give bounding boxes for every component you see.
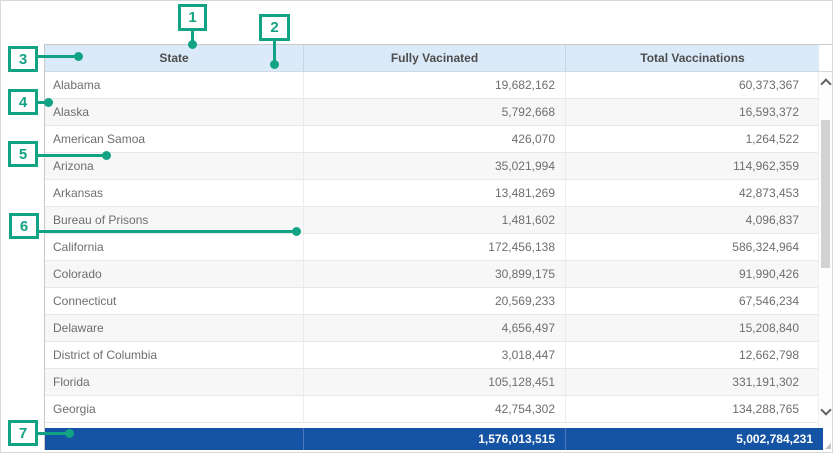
table-body: Alabama 19,682,162 60,373,367 Alaska 5,7… xyxy=(45,72,818,428)
table-total-area: 1,576,013,515 5,002,784,231 xyxy=(45,428,832,450)
table-row[interactable]: Arkansas 13,481,269 42,873,453 xyxy=(45,180,818,207)
table-row[interactable]: American Samoa 426,070 1,264,522 xyxy=(45,126,818,153)
vaccination-table: State Fully Vacinated Total Vaccinations… xyxy=(44,44,833,450)
table-row[interactable]: Florida 105,128,451 331,191,302 xyxy=(45,369,818,396)
callout-4-dot xyxy=(44,98,53,107)
total-vaccinations-cell: 91,990,426 xyxy=(566,261,809,287)
table-row[interactable]: Delaware 4,656,497 15,208,840 xyxy=(45,315,818,342)
annotation-callout-1: 1 xyxy=(178,4,207,31)
state-cell: Georgia xyxy=(45,396,304,422)
chevron-down-icon[interactable] xyxy=(820,404,831,415)
fully-vacinated-cell: 42,754,302 xyxy=(304,396,566,422)
annotation-callout-6: 6 xyxy=(9,213,39,239)
state-cell: Connecticut xyxy=(45,288,304,314)
total-vaccinations-cell: 60,373,367 xyxy=(566,72,809,98)
resize-grip-corner xyxy=(823,428,832,450)
total-vaccinations-cell: 1,264,522 xyxy=(566,126,809,152)
total-vaccinations-cell: 16,593,372 xyxy=(566,99,809,125)
state-cell: Alaska xyxy=(45,99,304,125)
scrollbar-thumb[interactable] xyxy=(821,120,830,268)
total-vaccinations-cell: 586,324,964 xyxy=(566,234,809,260)
total-vaccinations-cell: 4,096,837 xyxy=(566,207,809,233)
fully-vacinated-cell: 4,656,497 xyxy=(304,315,566,341)
table-row[interactable]: Alaska 5,792,668 16,593,372 xyxy=(45,99,818,126)
fully-vacinated-cell: 426,070 xyxy=(304,126,566,152)
fully-vacinated-cell: 13,481,269 xyxy=(304,180,566,206)
annotation-callout-4: 4 xyxy=(8,89,38,115)
total-vaccinations-cell: 114,962,359 xyxy=(566,153,809,179)
total-cell-state xyxy=(45,428,304,450)
table-row[interactable]: Arizona 35,021,994 114,962,359 xyxy=(45,153,818,180)
state-cell: California xyxy=(45,234,304,260)
table-header-row: State Fully Vacinated Total Vaccinations xyxy=(45,45,832,72)
callout-3-dot xyxy=(74,52,83,61)
header-scrollbar-corner xyxy=(819,45,832,71)
state-cell: Arkansas xyxy=(45,180,304,206)
annotation-callout-5: 5 xyxy=(8,141,38,167)
total-vaccinations-cell: 42,873,453 xyxy=(566,180,809,206)
fully-vacinated-cell: 19,682,162 xyxy=(304,72,566,98)
column-header-state[interactable]: State xyxy=(45,45,304,71)
state-cell: Alabama xyxy=(45,72,304,98)
total-cell-fully-vacinated: 1,576,013,515 xyxy=(304,428,566,450)
state-cell: Florida xyxy=(45,369,304,395)
table-row[interactable]: District of Columbia 3,018,447 12,662,79… xyxy=(45,342,818,369)
resize-grip-icon xyxy=(825,443,831,449)
column-header-fully-vacinated[interactable]: Fully Vacinated xyxy=(304,45,566,71)
state-cell: American Samoa xyxy=(45,126,304,152)
table-row[interactable]: California 172,456,138 586,324,964 xyxy=(45,234,818,261)
table-row[interactable]: Alabama 19,682,162 60,373,367 xyxy=(45,72,818,99)
annotation-callout-2: 2 xyxy=(259,14,290,41)
fully-vacinated-cell: 30,899,175 xyxy=(304,261,566,287)
fully-vacinated-cell: 20,569,233 xyxy=(304,288,566,314)
fully-vacinated-cell: 1,481,602 xyxy=(304,207,566,233)
fully-vacinated-cell: 5,792,668 xyxy=(304,99,566,125)
table-row[interactable]: Connecticut 20,569,233 67,546,234 xyxy=(45,288,818,315)
callout-5-dot xyxy=(102,151,111,160)
column-header-total-vaccinations[interactable]: Total Vaccinations xyxy=(566,45,819,71)
total-row: 1,576,013,515 5,002,784,231 xyxy=(45,428,823,450)
total-vaccinations-cell: 15,208,840 xyxy=(566,315,809,341)
state-cell: District of Columbia xyxy=(45,342,304,368)
callout-5-connector xyxy=(38,154,106,157)
callout-7-dot xyxy=(65,429,74,438)
annotated-table-screenshot: State Fully Vacinated Total Vaccinations… xyxy=(0,0,833,453)
total-vaccinations-cell: 134,288,765 xyxy=(566,396,809,422)
total-cell-total-vaccinations: 5,002,784,231 xyxy=(566,428,823,450)
total-vaccinations-cell: 12,662,798 xyxy=(566,342,809,368)
fully-vacinated-cell: 172,456,138 xyxy=(304,234,566,260)
state-cell: Delaware xyxy=(45,315,304,341)
callout-3-connector xyxy=(38,55,79,58)
vertical-scrollbar[interactable] xyxy=(818,72,832,428)
callout-1-dot xyxy=(188,40,197,49)
chevron-up-icon[interactable] xyxy=(820,78,831,89)
callout-2-dot xyxy=(270,60,279,69)
table-row[interactable]: Georgia 42,754,302 134,288,765 xyxy=(45,396,818,423)
fully-vacinated-cell: 35,021,994 xyxy=(304,153,566,179)
fully-vacinated-cell: 3,018,447 xyxy=(304,342,566,368)
callout-6-dot xyxy=(292,227,301,236)
annotation-callout-3: 3 xyxy=(8,46,38,72)
fully-vacinated-cell: 105,128,451 xyxy=(304,369,566,395)
table-body-area: Alabama 19,682,162 60,373,367 Alaska 5,7… xyxy=(45,72,832,428)
total-vaccinations-cell: 331,191,302 xyxy=(566,369,809,395)
callout-6-connector xyxy=(39,230,296,233)
annotation-callout-7: 7 xyxy=(8,420,38,446)
total-vaccinations-cell: 67,546,234 xyxy=(566,288,809,314)
table-row[interactable]: Colorado 30,899,175 91,990,426 xyxy=(45,261,818,288)
state-cell: Colorado xyxy=(45,261,304,287)
